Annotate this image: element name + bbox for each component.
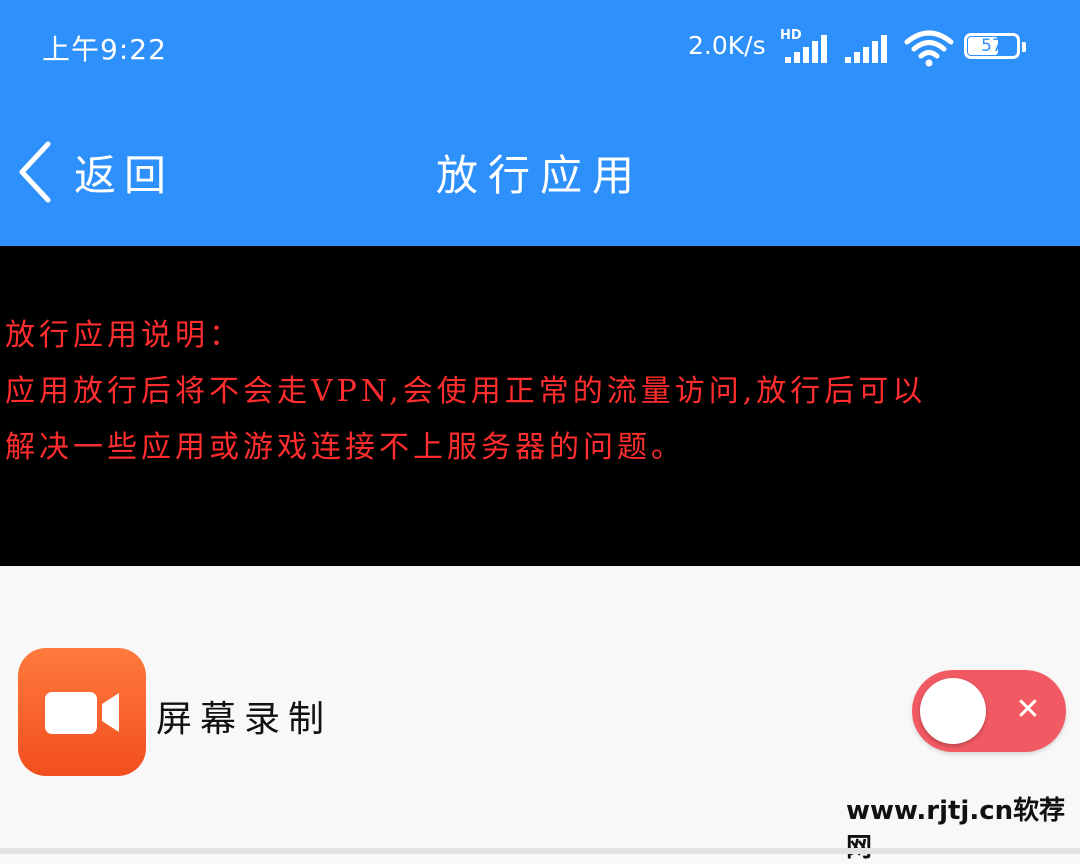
page-title: 放行应用 bbox=[435, 151, 644, 200]
network-speed: 2.0K/s bbox=[688, 31, 766, 60]
back-button[interactable]: 返回 bbox=[14, 136, 184, 206]
notice-line: 解决一些应用或游戏连接不上服务器的问题。 bbox=[5, 430, 685, 465]
video-camera-icon bbox=[18, 648, 146, 776]
chevron-left-icon bbox=[19, 141, 51, 203]
close-icon: ✕ bbox=[1015, 692, 1041, 727]
bypass-toggle[interactable]: ✕ bbox=[912, 670, 1066, 752]
divider bbox=[0, 848, 1080, 854]
app-name: 屏幕录制 bbox=[156, 699, 333, 740]
notice-text: 放行应用说明： 应用放行后将不会走VPN,会使用正常的流量访问,放行后可以 解决… bbox=[5, 308, 1080, 476]
status-bar: 上午9:22 2.0K/s HD 57 bbox=[0, 0, 1080, 95]
battery-icon: 57 bbox=[964, 33, 1028, 63]
notice-line: 应用放行后将不会走VPN,会使用正常的流量访问,放行后可以 bbox=[5, 374, 927, 409]
battery-level: 57 bbox=[981, 36, 1003, 56]
notice-heading: 放行应用说明： bbox=[5, 318, 243, 353]
bypass-notice: 放行应用说明： 应用放行后将不会走VPN,会使用正常的流量访问,放行后可以 解决… bbox=[0, 246, 1080, 566]
wifi-icon bbox=[904, 30, 954, 67]
cellular-signal-icon bbox=[845, 35, 887, 63]
status-time: 上午9:22 bbox=[42, 33, 167, 66]
toggle-knob bbox=[920, 678, 986, 744]
list-item[interactable]: 屏幕录制 ✕ bbox=[0, 638, 1080, 788]
back-label: 返回 bbox=[74, 151, 175, 200]
top-bar: 上午9:22 2.0K/s HD 57 返回 放行应用 bbox=[0, 0, 1080, 246]
cellular-signal-icon bbox=[785, 35, 827, 63]
app-list: 屏幕录制 ✕ www.rjtj.cn软荐网 bbox=[0, 566, 1080, 863]
navigation-bar: 返回 放行应用 bbox=[0, 120, 1080, 220]
